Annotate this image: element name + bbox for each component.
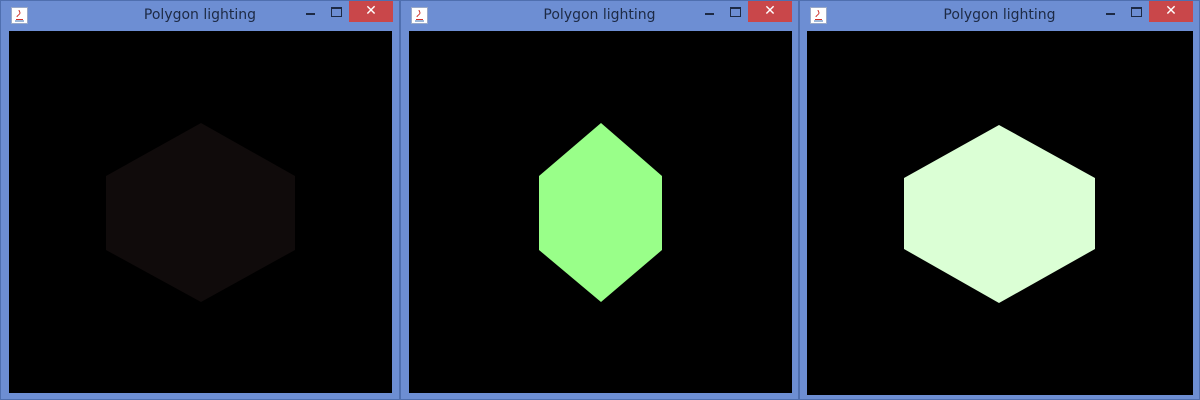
drawing-canvas bbox=[9, 31, 392, 393]
window-1[interactable]: Polygon lighting ✕ bbox=[0, 0, 400, 400]
titlebar[interactable]: Polygon lighting ✕ bbox=[1, 1, 399, 31]
hexagon-polygon bbox=[904, 125, 1095, 303]
drawing-canvas bbox=[409, 31, 792, 393]
close-button[interactable]: ✕ bbox=[1149, 1, 1193, 22]
window-3[interactable]: Polygon lighting ✕ bbox=[799, 0, 1200, 400]
minimize-icon bbox=[305, 12, 315, 15]
hexagon-polygon bbox=[539, 123, 662, 302]
java-icon[interactable] bbox=[411, 7, 428, 24]
minimize-button[interactable] bbox=[297, 1, 323, 22]
titlebar[interactable]: Polygon lighting ✕ bbox=[800, 1, 1199, 31]
maximize-button[interactable] bbox=[323, 1, 349, 22]
drawing-canvas bbox=[807, 31, 1193, 395]
maximize-button[interactable] bbox=[1123, 1, 1149, 22]
minimize-icon bbox=[1105, 12, 1115, 15]
titlebar[interactable]: Polygon lighting ✕ bbox=[401, 1, 798, 31]
maximize-icon bbox=[330, 6, 342, 17]
java-icon[interactable] bbox=[810, 7, 827, 24]
maximize-button[interactable] bbox=[722, 1, 748, 22]
minimize-icon bbox=[704, 12, 714, 15]
window-2[interactable]: Polygon lighting ✕ bbox=[400, 0, 799, 400]
close-button[interactable]: ✕ bbox=[349, 1, 393, 22]
minimize-button[interactable] bbox=[696, 1, 722, 22]
hexagon-polygon bbox=[106, 123, 295, 302]
maximize-icon bbox=[729, 6, 741, 17]
java-icon[interactable] bbox=[11, 7, 28, 24]
minimize-button[interactable] bbox=[1097, 1, 1123, 22]
close-button[interactable]: ✕ bbox=[748, 1, 792, 22]
maximize-icon bbox=[1130, 6, 1142, 17]
desktop: Polygon lighting ✕ Polygon lighting ✕ Po… bbox=[0, 0, 1200, 400]
